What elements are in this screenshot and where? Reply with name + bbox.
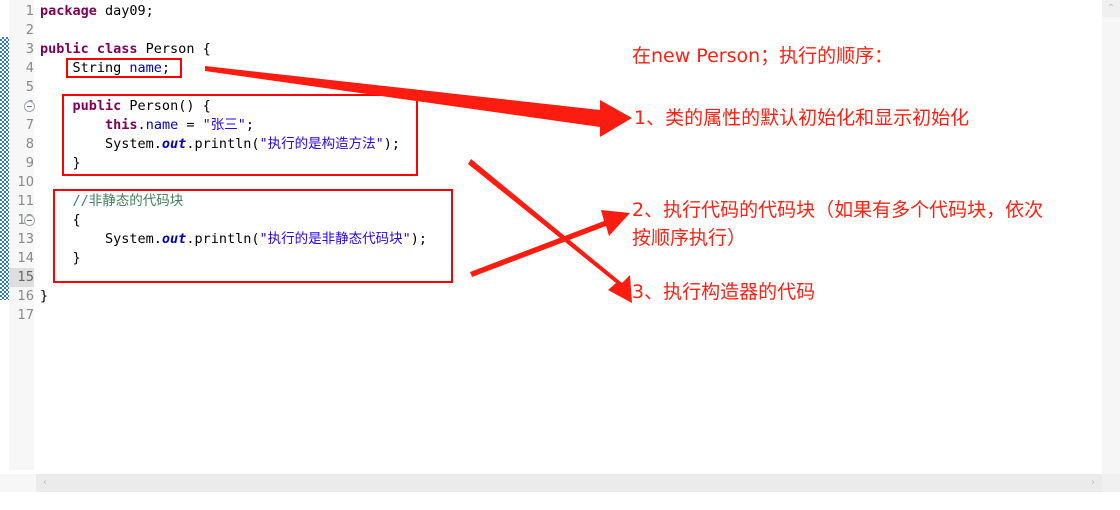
code-line-3: public class Person { <box>40 40 211 59</box>
line-number-17: 17 <box>17 308 34 323</box>
horizontal-scrollbar[interactable]: ‹ › <box>36 474 1102 492</box>
annotation-step-2-line-1: 2、执行代码的代码块（如果有多个代码块，依次 <box>632 199 1044 221</box>
vertical-scrollbar[interactable]: ⌃ ⌄ <box>1102 0 1120 492</box>
code-line-1: package day09; <box>40 2 154 21</box>
line-number-7: 7 <box>25 118 34 133</box>
line-number-16: 16 <box>17 289 34 304</box>
annotation-step-1: 1、类的属性的默认初始化和显示初始化 <box>634 107 970 129</box>
changed-lines-marker-bar <box>0 37 9 300</box>
code-token: } <box>40 288 49 304</box>
line-number-5: 5 <box>25 80 34 95</box>
code-token: public class <box>40 41 138 57</box>
code-token: day09; <box>96 3 154 19</box>
code-token: Person { <box>137 41 211 57</box>
vertical-scrollbar-track[interactable] <box>1102 17 1120 492</box>
fold-collapse-icon-line-12[interactable] <box>24 215 35 226</box>
bottom-left-corner <box>0 474 36 492</box>
line-number-1: 1 <box>25 4 34 19</box>
scroll-left-arrow-icon[interactable]: ‹ <box>36 474 54 492</box>
instance-initializer-box <box>53 189 453 283</box>
scroll-right-arrow-icon[interactable]: › <box>1084 474 1102 492</box>
annotation-title: 在new Person；执行的顺序： <box>632 45 894 67</box>
scrollbar-corner <box>1102 474 1120 492</box>
gutter-separator <box>34 0 35 492</box>
fold-collapse-icon-line-6[interactable] <box>24 101 35 112</box>
field-declaration-box <box>66 58 182 78</box>
line-number-10: 10 <box>17 175 34 190</box>
line-number-4: 4 <box>25 61 34 76</box>
line-number-9: 9 <box>25 156 34 171</box>
annotation-step-3: 3、执行构造器的代码 <box>632 281 816 303</box>
line-number-8: 8 <box>25 137 34 152</box>
annotation-step-2-line-2: 按顺序执行） <box>632 227 747 249</box>
constructor-box <box>62 94 418 176</box>
line-number-14: 14 <box>17 251 34 266</box>
editor-bottom-filler <box>0 492 1120 510</box>
scroll-up-arrow-icon[interactable]: ⌃ <box>1102 0 1120 17</box>
code-editor-screenshot: 1234567891011121314151617 package day09;… <box>0 0 1120 510</box>
line-number-2: 2 <box>25 23 34 38</box>
code-token: package <box>40 3 97 19</box>
line-number-13: 13 <box>17 232 34 247</box>
code-line-16: } <box>40 287 48 306</box>
line-number-15: 15 <box>9 268 34 287</box>
line-number-3: 3 <box>25 42 34 57</box>
java-code-editor[interactable]: 1234567891011121314151617 package day09;… <box>0 0 1120 492</box>
line-number-11: 11 <box>17 194 34 209</box>
